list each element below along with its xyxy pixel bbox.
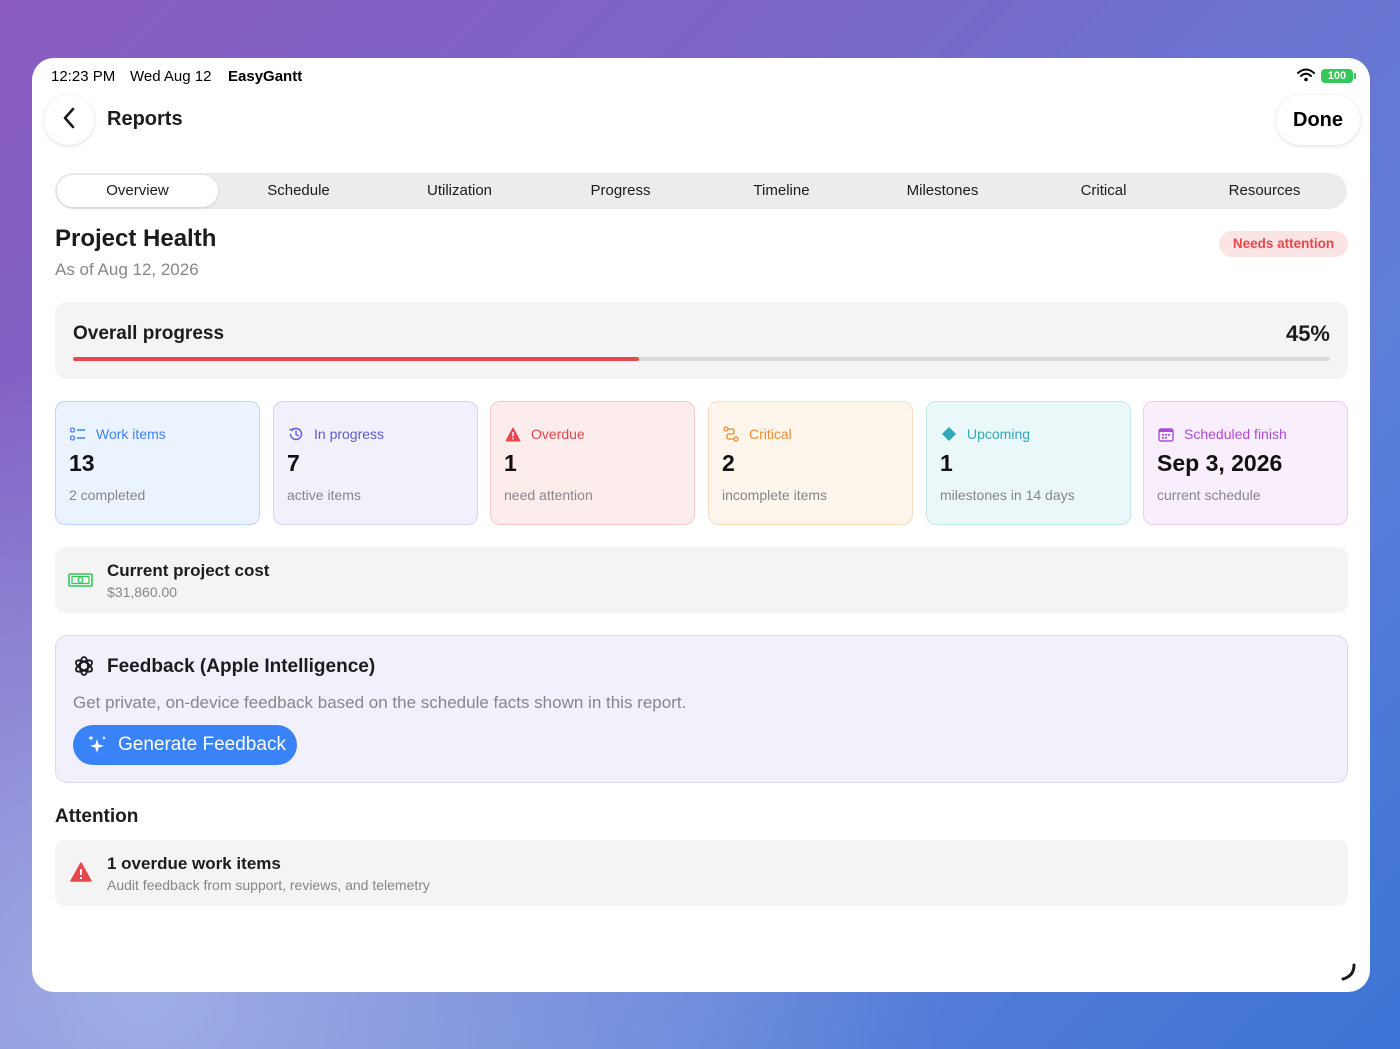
stat-label: Scheduled finish <box>1184 426 1287 442</box>
generate-feedback-button[interactable]: Generate Feedback <box>73 725 297 765</box>
page-title: Reports <box>107 108 183 130</box>
cost-card: Current project cost $31,860.00 <box>55 547 1348 613</box>
calendar-icon <box>1158 426 1174 442</box>
progress-bar-fill <box>73 357 639 361</box>
stat-header: Work items <box>70 426 166 442</box>
battery-indicator: 100 <box>1321 69 1356 83</box>
stat-card-critical: Critical 2 incomplete items <box>708 401 913 525</box>
list-icon <box>70 426 86 442</box>
stat-header: Overdue <box>505 426 585 442</box>
stat-value: 2 <box>722 450 735 476</box>
stat-header: Critical <box>723 426 792 442</box>
generate-feedback-label: Generate Feedback <box>118 734 286 755</box>
report-tabs: Overview Schedule Utilization Progress Timel… <box>55 173 1347 209</box>
apple-intelligence-icon <box>73 655 95 682</box>
status-bar: 12:23 PM Wed Aug 12 EasyGantt 100 <box>32 58 1370 94</box>
progress-percent: 45% <box>1285 321 1330 346</box>
stat-value: Sep 3, 2026 <box>1157 450 1283 476</box>
stat-header: In progress <box>288 426 384 442</box>
stat-header: Scheduled finish <box>1158 426 1287 442</box>
stat-value: 1 <box>940 450 953 476</box>
stat-value: 1 <box>504 450 517 476</box>
as-of-date: As of Aug 12, 2026 <box>55 260 199 279</box>
tab-critical[interactable]: Critical <box>1023 175 1184 207</box>
warning-triangle-icon <box>505 426 521 442</box>
feedback-title: Feedback (Apple Intelligence) <box>107 656 376 677</box>
stat-label: Work items <box>96 426 166 442</box>
status-app-name: EasyGantt <box>228 68 303 85</box>
stat-card-overdue: Overdue 1 need attention <box>490 401 695 525</box>
app-window: 12:23 PM Wed Aug 12 EasyGantt 100 Report… <box>32 58 1370 992</box>
progress-bar <box>73 357 1330 361</box>
stat-subtitle: milestones in 14 days <box>940 487 1075 503</box>
stat-label: Critical <box>749 426 792 442</box>
status-badge: Needs attention <box>1219 231 1348 257</box>
diamond-icon <box>941 426 957 442</box>
stat-subtitle: need attention <box>504 487 593 503</box>
history-clock-icon <box>288 426 304 442</box>
overall-progress-card: Overall progress 45% <box>55 302 1348 379</box>
section-title: Project Health <box>55 225 217 252</box>
stats-row: Work items 13 2 completed In progress 7 … <box>55 401 1348 525</box>
tab-timeline[interactable]: Timeline <box>701 175 862 207</box>
stat-value: 7 <box>287 450 300 476</box>
stat-card-scheduled-finish: Scheduled finish Sep 3, 2026 current sch… <box>1143 401 1348 525</box>
stat-card-upcoming: Upcoming 1 milestones in 14 days <box>926 401 1131 525</box>
tab-schedule[interactable]: Schedule <box>218 175 379 207</box>
banknote-icon <box>68 573 93 592</box>
status-date: Wed Aug 12 <box>130 68 212 85</box>
stat-header: Upcoming <box>941 426 1030 442</box>
progress-label: Overall progress <box>73 323 225 344</box>
attention-title: Attention <box>55 806 139 827</box>
feedback-card: Feedback (Apple Intelligence) Get privat… <box>55 635 1348 783</box>
stat-subtitle: incomplete items <box>722 487 828 503</box>
cost-value: $31,860.00 <box>107 584 178 600</box>
stat-card-work-items: Work items 13 2 completed <box>55 401 260 525</box>
sparkles-icon <box>87 734 109 756</box>
status-time: 12:23 PM <box>51 68 116 85</box>
tab-utilization[interactable]: Utilization <box>379 175 540 207</box>
warning-triangle-icon <box>70 862 92 887</box>
tab-progress[interactable]: Progress <box>540 175 701 207</box>
stat-label: Overdue <box>531 426 585 442</box>
resize-handle-icon[interactable] <box>1336 961 1356 986</box>
stat-subtitle: 2 completed <box>69 487 146 503</box>
attention-item-title: 1 overdue work items <box>107 854 281 873</box>
stat-subtitle: active items <box>287 487 361 503</box>
stat-value: 13 <box>69 450 95 476</box>
tab-milestones[interactable]: Milestones <box>862 175 1023 207</box>
done-button[interactable]: Done <box>1276 95 1360 145</box>
tab-overview[interactable]: Overview <box>57 175 218 207</box>
feedback-description: Get private, on-device feedback based on… <box>73 693 687 712</box>
stat-label: In progress <box>314 426 385 442</box>
stat-subtitle: current schedule <box>1157 487 1261 503</box>
path-icon <box>723 426 739 442</box>
attention-item[interactable]: 1 overdue work items Audit feedback from… <box>55 840 1348 906</box>
cost-title: Current project cost <box>107 561 270 580</box>
stat-label: Upcoming <box>967 426 1031 442</box>
chevron-left-icon <box>62 107 76 134</box>
stat-card-in-progress: In progress 7 active items <box>273 401 478 525</box>
wifi-icon <box>1297 68 1315 86</box>
tab-resources[interactable]: Resources <box>1184 175 1345 207</box>
attention-item-subtitle: Audit feedback from support, reviews, an… <box>107 877 430 893</box>
back-button[interactable] <box>44 95 94 145</box>
